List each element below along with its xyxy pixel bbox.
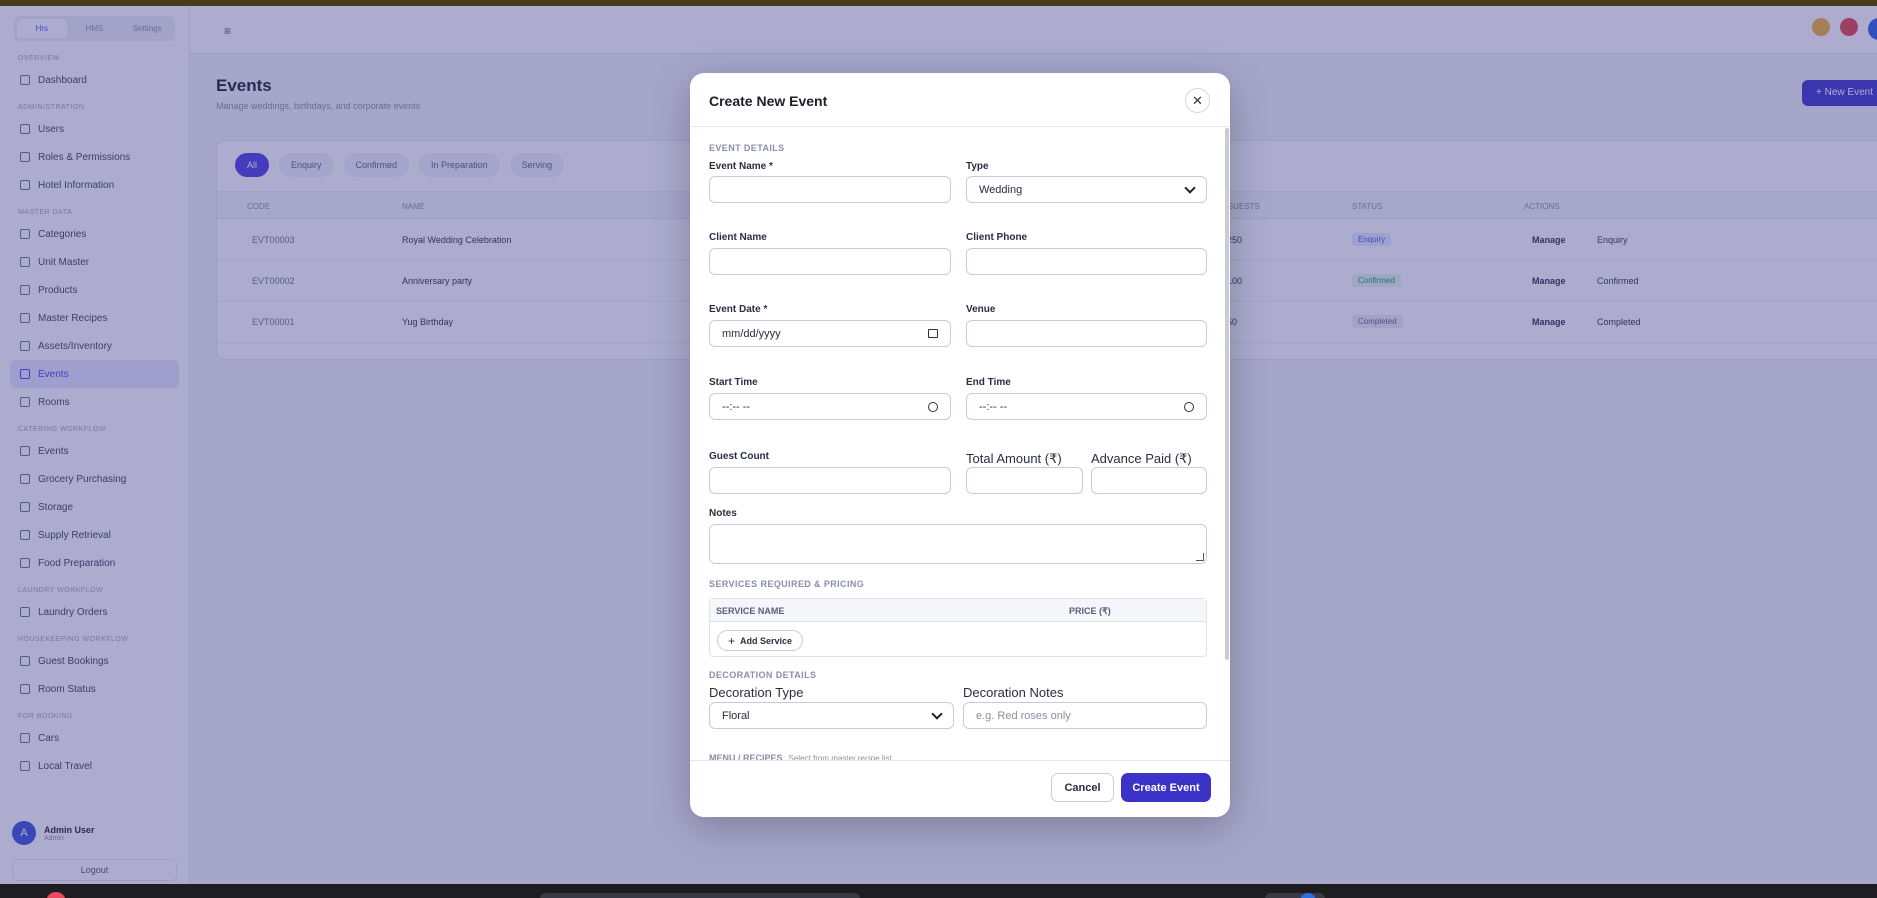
- advance-paid-label: Advance Paid (₹): [1091, 451, 1192, 466]
- start-time-input[interactable]: --:-- --: [709, 393, 951, 420]
- clock-icon[interactable]: [928, 401, 938, 412]
- event-date-label: Event Date *: [709, 304, 768, 315]
- taskbar-tray: [1265, 893, 1325, 898]
- create-event-button[interactable]: Create Event: [1121, 773, 1211, 802]
- section-decoration: DECORATION DETAILS: [709, 670, 817, 680]
- clock-icon[interactable]: [1184, 401, 1194, 412]
- modal-header: Create New Event ✕: [690, 73, 1230, 127]
- decoration-notes-input[interactable]: e.g. Red roses only: [963, 702, 1207, 729]
- modal-title: Create New Event: [709, 93, 828, 109]
- add-service-button[interactable]: + Add Service: [717, 630, 804, 651]
- section-services: SERVICES REQUIRED & PRICING: [709, 579, 865, 589]
- modal-scrollbar[interactable]: [1225, 128, 1229, 660]
- type-select[interactable]: Wedding: [966, 176, 1207, 203]
- taskbar-app-icon[interactable]: [46, 892, 66, 898]
- venue-label: Venue: [966, 304, 996, 315]
- chevron-down-icon: [1184, 181, 1196, 194]
- create-event-modal: Create New Event ✕ EVENT DETAILS EVENT D…: [690, 73, 1230, 817]
- cancel-button[interactable]: Cancel: [1051, 773, 1114, 802]
- type-label: Type: [966, 161, 989, 172]
- client-name-label: Client Name: [709, 232, 767, 243]
- venue-input[interactable]: [966, 320, 1207, 347]
- taskbar-search[interactable]: [540, 893, 860, 898]
- event-name-input[interactable]: [709, 176, 951, 203]
- guest-count-input[interactable]: [709, 467, 951, 494]
- client-phone-input[interactable]: [966, 248, 1207, 275]
- event-name-label: Event Name *: [709, 161, 773, 172]
- plus-icon: +: [728, 633, 736, 648]
- chevron-down-icon: [931, 707, 943, 720]
- end-time-label: End Time: [966, 377, 1011, 388]
- total-amount-label: Total Amount (₹): [966, 451, 1062, 466]
- decoration-type-label: Decoration Type: [709, 685, 804, 700]
- client-name-input[interactable]: [709, 248, 951, 275]
- decoration-type-select[interactable]: Floral: [709, 702, 954, 729]
- decoration-notes-label: Decoration Notes: [963, 685, 1064, 700]
- client-phone-label: Client Phone: [966, 232, 1028, 243]
- taskbar: [0, 884, 1877, 898]
- event-date-input[interactable]: mm/dd/yyyy: [709, 320, 951, 347]
- start-time-label: Start Time: [709, 377, 758, 388]
- advance-paid-input[interactable]: [1091, 467, 1207, 494]
- services-table: SERVICE NAME PRICE (₹) + Add Service: [709, 598, 1207, 657]
- services-table-header: SERVICE NAME PRICE (₹): [710, 599, 1206, 622]
- notes-textarea[interactable]: [709, 524, 1207, 564]
- close-icon[interactable]: ✕: [1185, 88, 1210, 113]
- col-service-name: SERVICE NAME: [716, 606, 785, 616]
- end-time-input[interactable]: --:-- --: [966, 393, 1207, 420]
- col-price: PRICE (₹): [1069, 606, 1111, 616]
- total-amount-input[interactable]: [966, 467, 1083, 494]
- resize-handle-icon[interactable]: [1196, 553, 1204, 561]
- calendar-icon[interactable]: [928, 329, 938, 338]
- notes-label: Notes: [709, 508, 737, 519]
- modal-footer: Cancel Create Event: [690, 760, 1230, 817]
- guest-count-label: Guest Count: [709, 451, 769, 462]
- section-event-details-title: EVENT DETAILS: [709, 143, 785, 153]
- modal-body: EVENT DETAILS: [690, 127, 1230, 760]
